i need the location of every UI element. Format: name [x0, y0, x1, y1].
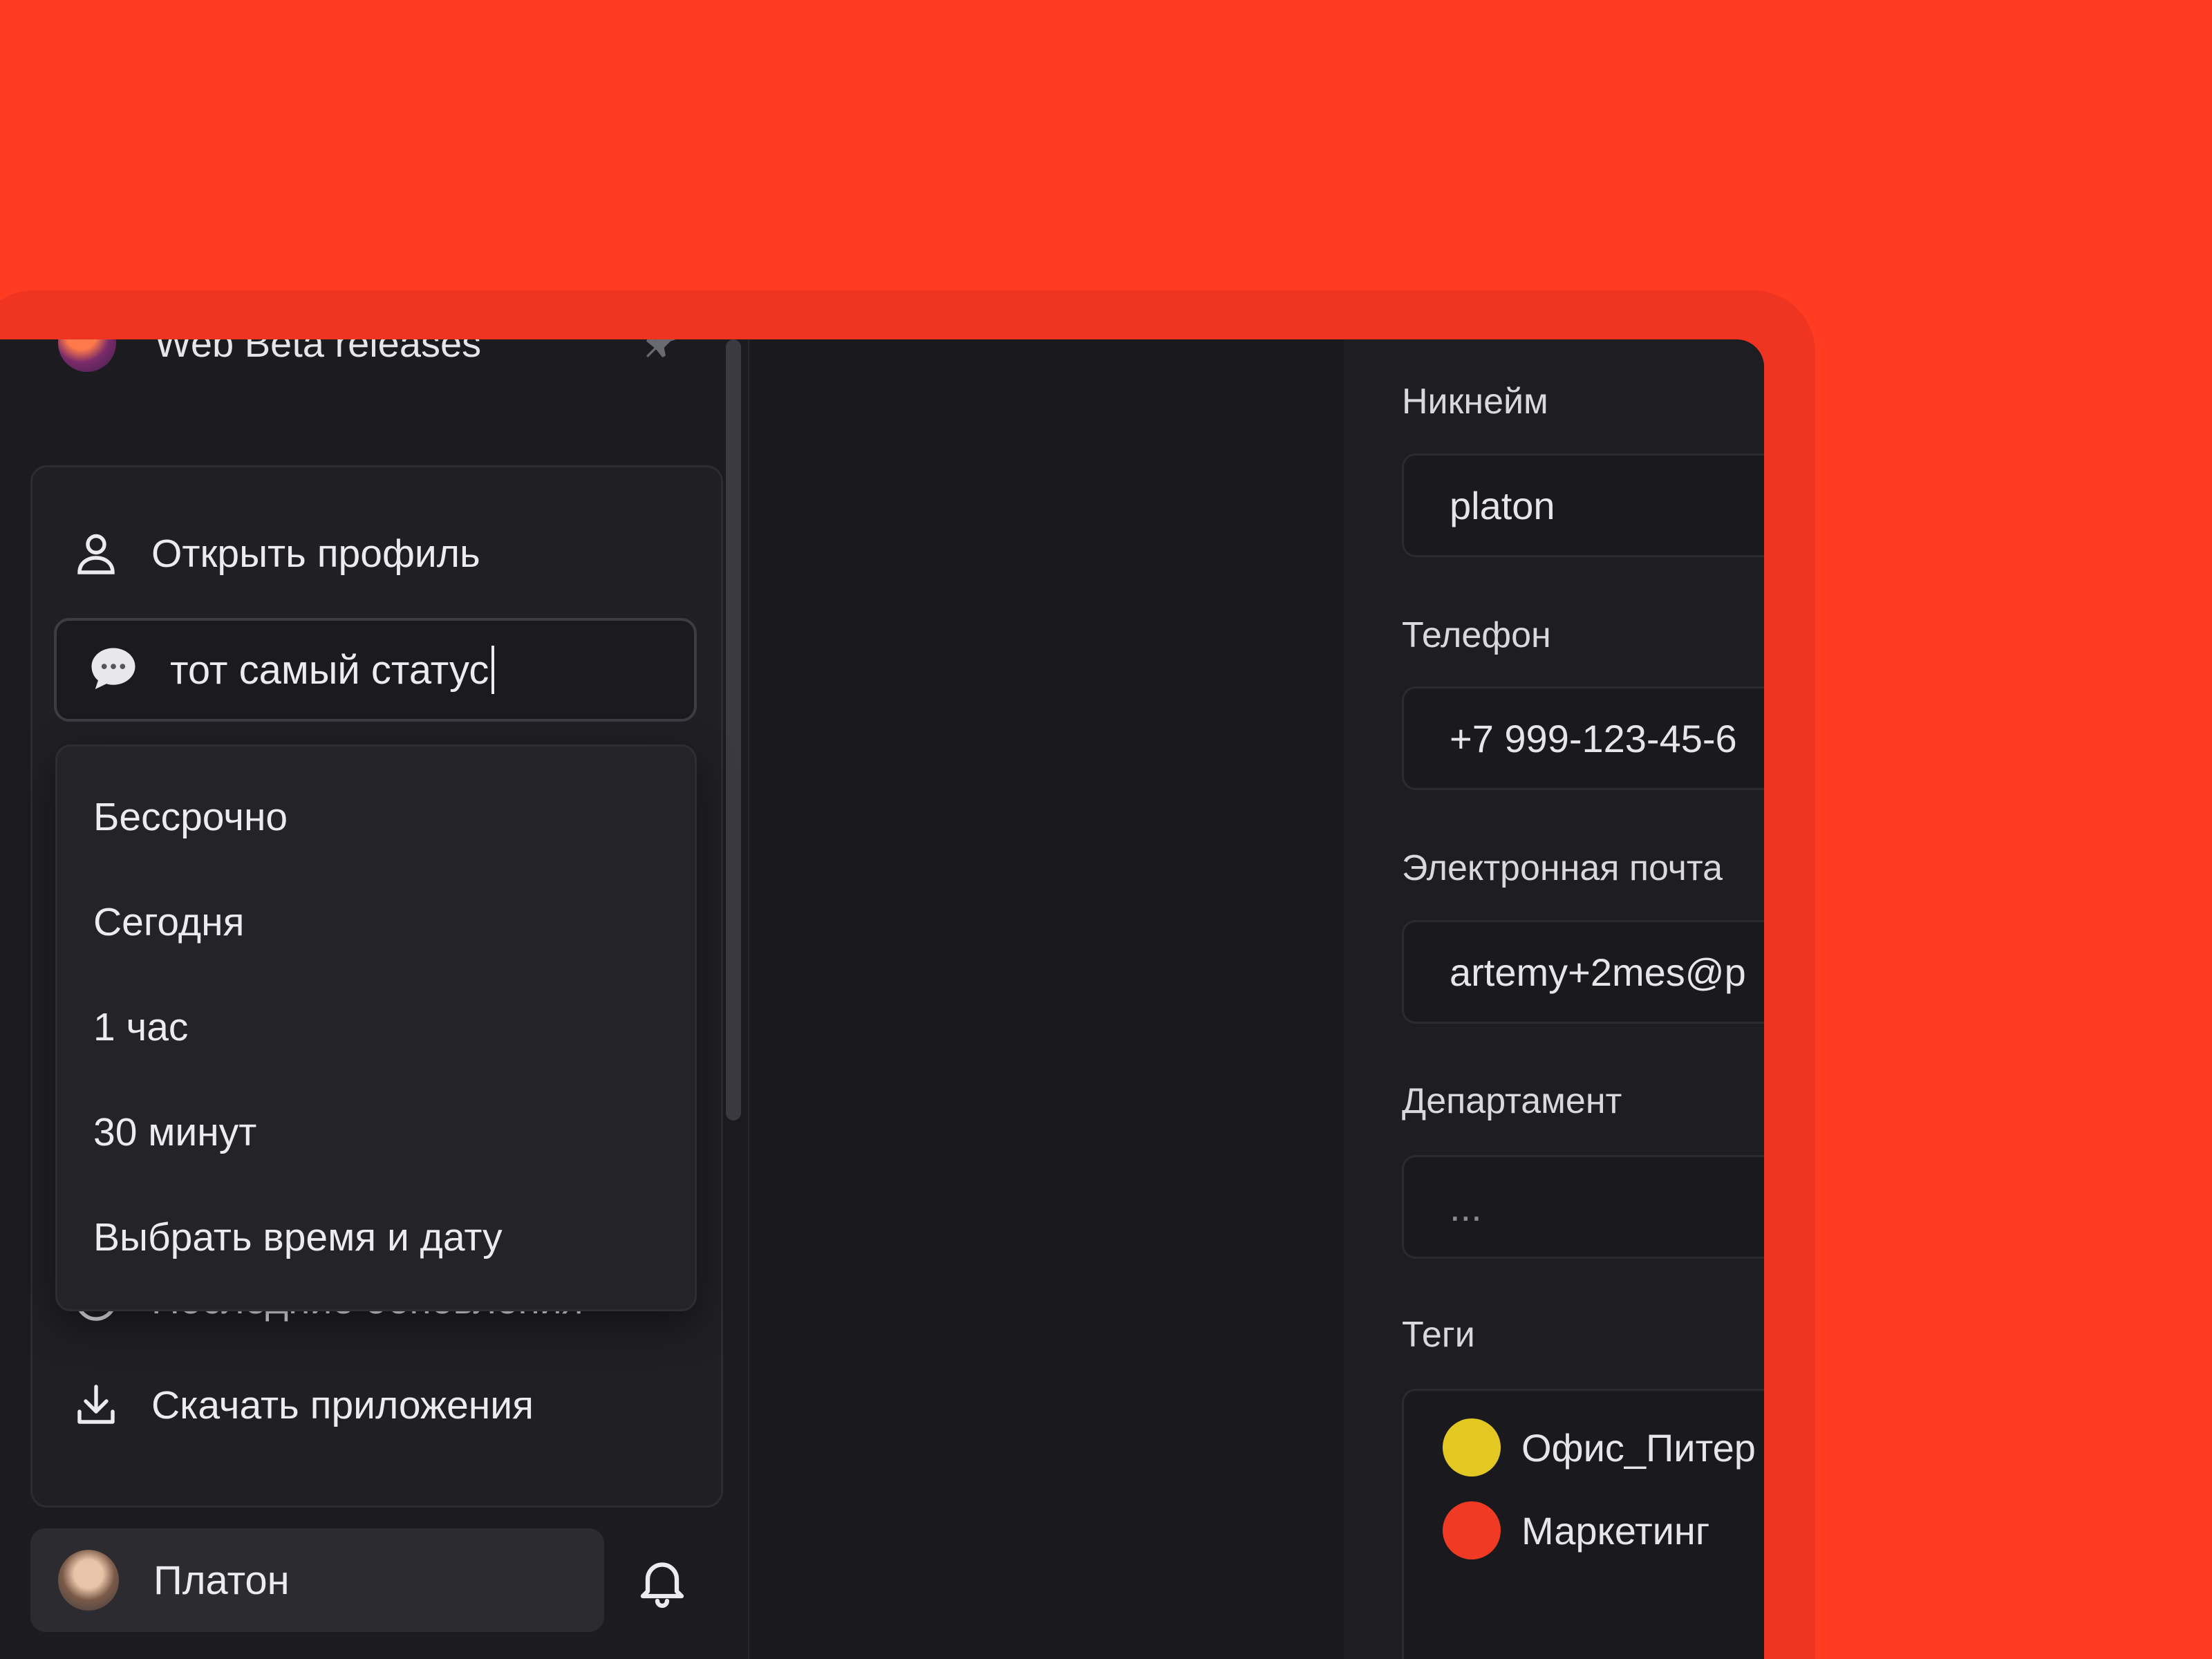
email-field[interactable]: artemy+2mes@p — [1402, 920, 1764, 1024]
nickname-label: Никнейм — [1402, 382, 1548, 422]
tags-field[interactable]: Офис_Питер Маркетинг — [1402, 1389, 1764, 1659]
status-input-value: тот самый статус — [170, 647, 489, 693]
duration-option-1-hour[interactable]: 1 час — [93, 989, 188, 1065]
channel-item[interactable]: Web Beta releases — [58, 339, 680, 384]
speech-bubble-icon — [91, 648, 135, 689]
pin-icon[interactable] — [641, 339, 680, 362]
menu-item-label: Открыть профиль — [151, 532, 480, 576]
email-label: Электронная почта — [1402, 848, 1723, 888]
user-name: Платон — [153, 1557, 290, 1603]
tag-item[interactable]: Офис_Питер — [1443, 1418, 1756, 1477]
profile-details-panel: Никнейм platon Телефон +7 999-123-45-6 Э… — [1344, 339, 1764, 1659]
app-window: Web Beta releases ▾ .. Открыть профиль П… — [0, 339, 1764, 1659]
sidebar-scrollbar[interactable] — [726, 339, 741, 1121]
duration-option-forever[interactable]: Бессрочно — [93, 779, 288, 855]
tag-item[interactable]: Маркетинг — [1443, 1501, 1709, 1559]
tag-label: Офис_Питер — [1521, 1425, 1756, 1470]
text-caret — [491, 646, 495, 694]
duration-option-custom[interactable]: Выбрать время и дату — [93, 1199, 503, 1275]
menu-item-label: Скачать приложения — [151, 1383, 534, 1427]
duration-option-today[interactable]: Сегодня — [93, 884, 244, 960]
menu-item-open-profile[interactable]: Открыть профиль — [32, 502, 721, 606]
department-field[interactable]: ... — [1402, 1155, 1764, 1259]
tags-label: Теги — [1402, 1315, 1475, 1355]
duration-option-30-minutes[interactable]: 30 минут — [93, 1094, 256, 1170]
channel-name: Web Beta releases — [155, 339, 482, 365]
channel-avatar — [58, 339, 116, 372]
phone-field[interactable]: +7 999-123-45-6 — [1402, 686, 1764, 790]
status-duration-dropdown: Бессрочно Сегодня 1 час 30 минут Выбрать… — [55, 744, 697, 1311]
sidebar: Web Beta releases ▾ .. Открыть профиль П… — [0, 339, 749, 1659]
bell-icon[interactable] — [633, 1550, 691, 1613]
avatar — [58, 1550, 119, 1611]
download-icon — [77, 1385, 115, 1424]
department-label: Департамент — [1402, 1081, 1622, 1121]
tag-label: Маркетинг — [1521, 1508, 1710, 1553]
tag-color-dot — [1443, 1418, 1501, 1477]
tag-color-dot — [1443, 1501, 1501, 1559]
current-user-button[interactable]: Платон — [30, 1528, 604, 1632]
nickname-field[interactable]: platon — [1402, 453, 1764, 557]
phone-label: Телефон — [1402, 615, 1551, 655]
menu-item-download-apps[interactable]: Скачать приложения — [32, 1353, 721, 1457]
user-icon — [77, 534, 115, 574]
status-input[interactable]: тот самый статус — [54, 618, 697, 722]
